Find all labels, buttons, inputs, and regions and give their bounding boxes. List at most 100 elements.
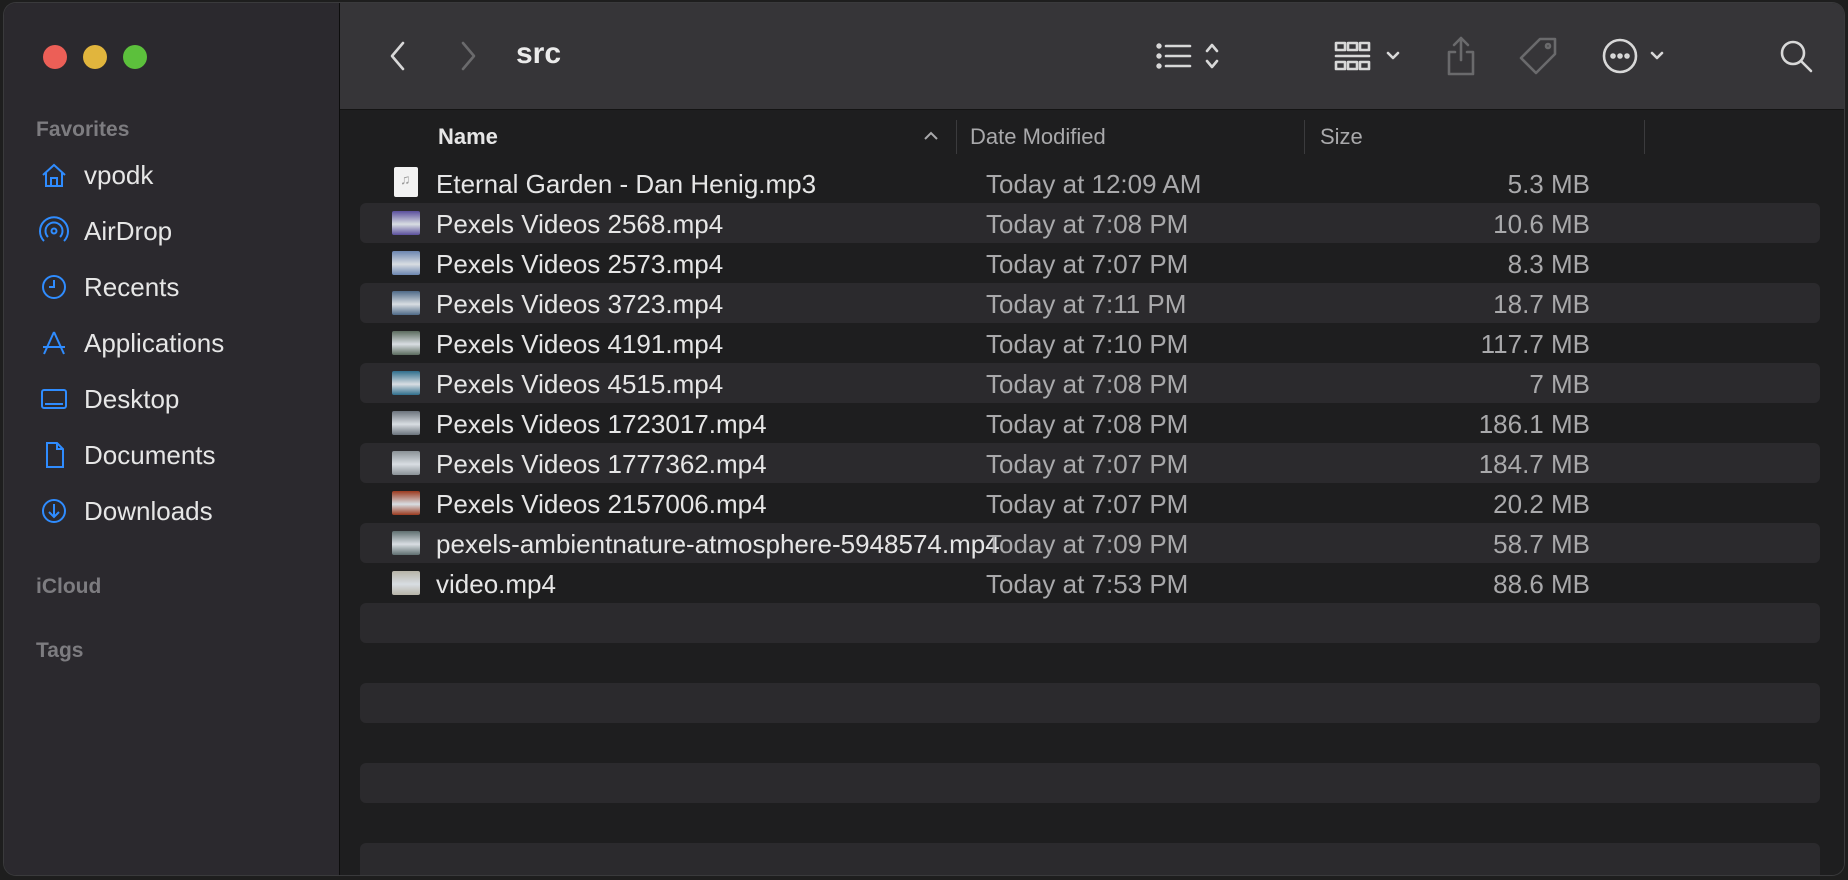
zoom-window-button[interactable] bbox=[123, 45, 147, 69]
tag-icon bbox=[1519, 37, 1557, 75]
empty-row bbox=[360, 763, 1820, 803]
file-size: 20.2 MB bbox=[1493, 489, 1590, 519]
sidebar-item-desktop[interactable]: Desktop bbox=[38, 379, 179, 419]
download-icon bbox=[38, 495, 70, 527]
file-row[interactable]: Pexels Videos 3723.mp4 Today at 7:11 PM 18… bbox=[360, 283, 1820, 323]
list-view-button[interactable] bbox=[1154, 31, 1226, 81]
column-divider[interactable] bbox=[1304, 120, 1305, 154]
favorites-section-title: Favorites bbox=[36, 118, 130, 141]
file-size: 18.7 MB bbox=[1493, 289, 1590, 319]
video-thumbnail-icon bbox=[392, 331, 420, 355]
minimize-window-button[interactable] bbox=[83, 45, 107, 69]
video-thumbnail-icon bbox=[392, 491, 420, 515]
icloud-section-title[interactable]: iCloud bbox=[36, 575, 101, 599]
document-icon bbox=[38, 439, 70, 471]
file-row[interactable]: Pexels Videos 1777362.mp4 Today at 7:07 P… bbox=[360, 443, 1820, 483]
file-row[interactable]: Pexels Videos 4191.mp4 Today at 7:10 PM 11… bbox=[360, 323, 1820, 363]
search-icon bbox=[1780, 40, 1813, 73]
video-thumbnail-icon bbox=[392, 531, 420, 555]
file-name: Pexels Videos 1777362.mp4 bbox=[436, 449, 767, 479]
column-header-date[interactable]: Date Modified bbox=[970, 124, 1106, 150]
sidebar-item-applications[interactable]: Applications bbox=[38, 323, 224, 363]
sidebar-item-downloads[interactable]: Downloads bbox=[38, 491, 213, 531]
file-row[interactable]: Pexels Videos 2568.mp4 Today at 7:08 PM 10… bbox=[360, 203, 1820, 243]
sidebar-item-airdrop[interactable]: AirDrop bbox=[38, 211, 172, 251]
sidebar-item-label: AirDrop bbox=[84, 215, 173, 246]
file-name: Pexels Videos 4191.mp4 bbox=[436, 329, 724, 359]
file-size: 7 MB bbox=[1529, 369, 1590, 399]
clock-icon bbox=[38, 271, 70, 303]
toolbar: src bbox=[340, 3, 1844, 110]
ellipsis-circle-icon bbox=[1602, 38, 1664, 74]
file-size: 5.3 MB bbox=[1507, 169, 1590, 199]
file-size: 88.6 MB bbox=[1493, 569, 1590, 599]
sidebar-item-documents[interactable]: Documents bbox=[38, 435, 216, 475]
file-size: 186.1 MB bbox=[1478, 409, 1590, 439]
file-row[interactable]: Pexels Videos 1723017.mp4 Today at 7:08 P… bbox=[360, 403, 1820, 443]
more-actions-button[interactable] bbox=[1602, 31, 1674, 81]
video-thumbnail-icon bbox=[392, 371, 420, 395]
back-button[interactable] bbox=[386, 31, 410, 81]
file-date-modified: Today at 7:07 PM bbox=[986, 449, 1189, 479]
file-size: 117.7 MB bbox=[1480, 329, 1590, 359]
file-date-modified: Today at 7:53 PM bbox=[986, 569, 1189, 599]
group-button[interactable] bbox=[1334, 31, 1406, 81]
desktop-icon bbox=[38, 383, 70, 415]
sidebar-item-recents[interactable]: Recents bbox=[38, 267, 179, 307]
sidebar-item-label: Downloads bbox=[84, 495, 213, 526]
video-thumbnail-icon bbox=[392, 251, 420, 275]
file-date-modified: Today at 7:08 PM bbox=[986, 209, 1189, 239]
list-view-icon bbox=[1156, 43, 1219, 69]
file-list: Eternal Garden - Dan Henig.mp3 Today at 1… bbox=[340, 163, 1844, 875]
file-date-modified: Today at 7:08 PM bbox=[986, 409, 1189, 439]
airdrop-icon bbox=[38, 215, 70, 247]
file-row[interactable]: video.mp4 Today at 7:53 PM 88.6 MB bbox=[360, 563, 1820, 603]
sidebar: Favorites vpodk AirDrop Recents Applicat… bbox=[4, 3, 340, 875]
column-divider[interactable] bbox=[956, 120, 957, 154]
forward-button[interactable] bbox=[456, 31, 480, 81]
file-name: Pexels Videos 2157006.mp4 bbox=[436, 489, 767, 519]
audio-file-icon bbox=[394, 167, 418, 197]
column-header-name[interactable]: Name bbox=[438, 124, 498, 150]
search-button[interactable] bbox=[1776, 31, 1816, 81]
file-date-modified: Today at 7:07 PM bbox=[986, 489, 1189, 519]
share-icon bbox=[1447, 36, 1475, 76]
applications-icon bbox=[38, 327, 70, 359]
file-date-modified: Today at 7:09 PM bbox=[986, 529, 1189, 559]
sort-ascending-icon[interactable] bbox=[922, 130, 940, 142]
file-row[interactable]: Pexels Videos 2157006.mp4 Today at 7:07 P… bbox=[360, 483, 1820, 523]
file-row[interactable]: Eternal Garden - Dan Henig.mp3 Today at 1… bbox=[360, 163, 1820, 203]
column-header-size[interactable]: Size bbox=[1320, 124, 1363, 150]
finder-window: Favorites vpodk AirDrop Recents Applicat… bbox=[4, 3, 1844, 875]
chevron-left-icon bbox=[390, 41, 405, 71]
video-thumbnail-icon bbox=[392, 451, 420, 475]
sidebar-item-label: Applications bbox=[84, 327, 225, 358]
empty-row bbox=[360, 843, 1820, 875]
file-name: Eternal Garden - Dan Henig.mp3 bbox=[436, 169, 817, 199]
share-button[interactable] bbox=[1444, 31, 1478, 81]
column-divider[interactable] bbox=[1644, 120, 1645, 154]
file-name: video.mp4 bbox=[436, 569, 556, 599]
sidebar-item-vpodk[interactable]: vpodk bbox=[38, 155, 153, 195]
file-name: Pexels Videos 3723.mp4 bbox=[436, 289, 724, 319]
file-date-modified: Today at 7:08 PM bbox=[986, 369, 1189, 399]
sidebar-item-label: Recents bbox=[84, 271, 180, 302]
file-date-modified: Today at 7:10 PM bbox=[986, 329, 1189, 359]
file-name: Pexels Videos 2568.mp4 bbox=[436, 209, 724, 239]
file-name: Pexels Videos 4515.mp4 bbox=[436, 369, 724, 399]
sidebar-item-label: Documents bbox=[84, 439, 216, 470]
file-row[interactable]: Pexels Videos 4515.mp4 Today at 7:08 PM 7 … bbox=[360, 363, 1820, 403]
sidebar-item-label: vpodk bbox=[84, 159, 154, 190]
file-date-modified: Today at 12:09 AM bbox=[986, 169, 1202, 199]
video-thumbnail-icon bbox=[392, 571, 420, 595]
file-row[interactable]: pexels-ambientnature-atmosphere-5948574.… bbox=[360, 523, 1820, 563]
file-name: Pexels Videos 1723017.mp4 bbox=[436, 409, 767, 439]
file-row[interactable]: Pexels Videos 2573.mp4 Today at 7:07 PM 8.… bbox=[360, 243, 1820, 283]
tag-button[interactable] bbox=[1518, 31, 1558, 81]
sidebar-item-label: Desktop bbox=[84, 383, 180, 414]
tags-section-title[interactable]: Tags bbox=[36, 639, 83, 663]
column-header-bar: Name Date Modified Size bbox=[340, 110, 1844, 164]
chevron-right-icon bbox=[461, 41, 476, 71]
close-window-button[interactable] bbox=[43, 45, 67, 69]
video-thumbnail-icon bbox=[392, 291, 420, 315]
